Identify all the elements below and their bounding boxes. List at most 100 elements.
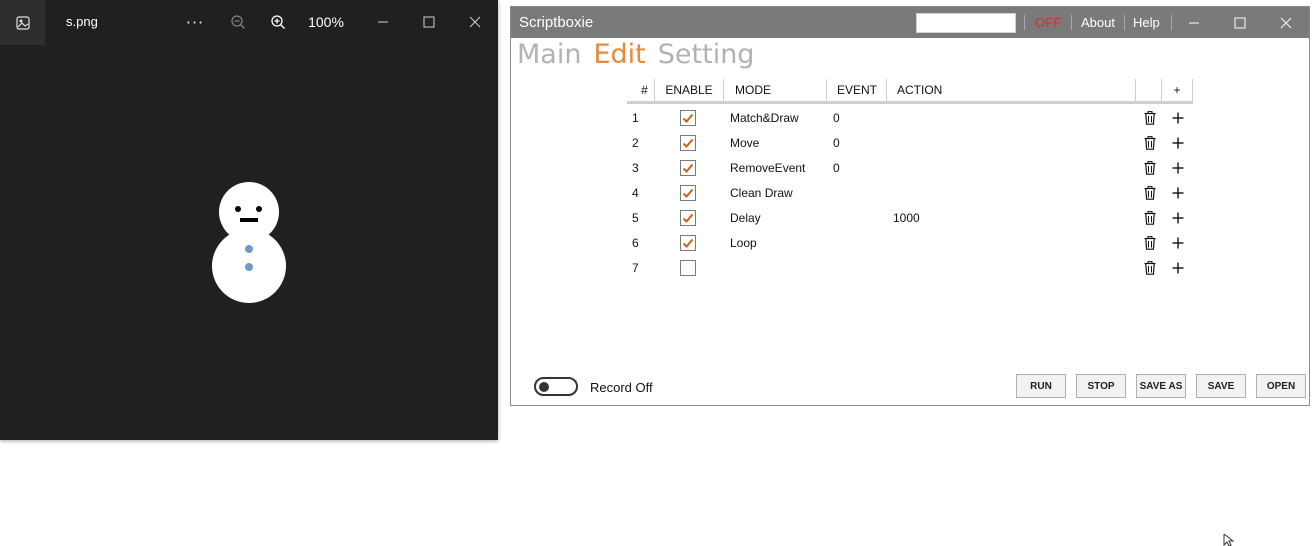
add-row-icon[interactable] (1168, 155, 1188, 180)
mode-cell[interactable]: Clean Draw (730, 180, 825, 205)
event-cell[interactable]: 0 (833, 130, 883, 155)
event-cell[interactable] (833, 180, 883, 205)
enable-checkbox[interactable] (680, 134, 696, 151)
zoom-in-icon[interactable] (264, 8, 292, 36)
event-cell[interactable]: 0 (833, 155, 883, 180)
minimize-icon[interactable] (1179, 11, 1209, 35)
search-input[interactable] (916, 13, 1016, 33)
enable-checkbox[interactable] (680, 209, 696, 226)
event-cell[interactable] (833, 205, 883, 230)
mode-cell[interactable]: RemoveEvent (730, 155, 825, 180)
add-row-icon[interactable] (1168, 205, 1188, 230)
event-cell[interactable]: 0 (833, 105, 883, 130)
zoom-level[interactable]: 100% (302, 8, 350, 36)
scriptboxie-window: Scriptboxie OFF About Help Main Edit Set… (510, 6, 1310, 406)
help-link[interactable]: Help (1133, 15, 1160, 30)
header-mode[interactable]: MODE (724, 79, 827, 101)
mode-cell[interactable]: Match&Draw (730, 105, 825, 130)
run-button[interactable]: RUN (1016, 374, 1066, 398)
add-row-icon[interactable] (1168, 180, 1188, 205)
trash-icon[interactable] (1140, 180, 1160, 205)
action-cell[interactable] (893, 130, 1133, 155)
minimize-icon[interactable] (370, 8, 396, 36)
app-title: Scriptboxie (519, 14, 594, 31)
row-number: 4 (632, 185, 639, 200)
action-cell[interactable]: 1000 (893, 205, 1133, 230)
trash-icon[interactable] (1140, 105, 1160, 130)
record-toggle[interactable] (534, 377, 578, 396)
tab-main[interactable]: Main (517, 39, 581, 75)
row-number: 6 (632, 235, 639, 250)
maximize-icon[interactable] (416, 8, 442, 36)
table-row[interactable]: 2 Move 0 (627, 130, 1193, 155)
enable-cell (680, 105, 700, 130)
table-row[interactable]: 4 Clean Draw (627, 180, 1193, 205)
add-row-icon[interactable] (1168, 105, 1188, 130)
table-row[interactable]: 7 (627, 255, 1193, 280)
open-button[interactable]: OPEN (1256, 374, 1306, 398)
add-row-icon[interactable] (1168, 130, 1188, 155)
tab-edit[interactable]: Edit (593, 39, 645, 75)
header-num[interactable]: # (627, 79, 655, 101)
mode-cell[interactable]: Loop (730, 230, 825, 255)
snowman-image (212, 182, 286, 303)
save-as-button[interactable]: SAVE AS (1136, 374, 1186, 398)
enable-checkbox[interactable] (680, 159, 696, 176)
trash-icon[interactable] (1140, 255, 1160, 280)
trash-icon[interactable] (1140, 205, 1160, 230)
more-options-button[interactable]: ··· (180, 8, 210, 36)
scriptboxie-titlebar: Scriptboxie OFF About Help (511, 7, 1309, 38)
table-row[interactable]: 1 Match&Draw 0 (627, 105, 1193, 130)
table-header: # ENABLE MODE EVENT ACTION + (627, 79, 1193, 104)
enable-checkbox[interactable] (680, 184, 696, 201)
trash-icon[interactable] (1140, 155, 1160, 180)
event-cell[interactable] (833, 255, 883, 280)
status-toggle[interactable]: OFF (1035, 15, 1061, 30)
save-button[interactable]: SAVE (1196, 374, 1246, 398)
mode-cell[interactable]: Delay (730, 205, 825, 230)
photos-app-icon[interactable] (0, 0, 45, 45)
maximize-icon[interactable] (1225, 11, 1255, 35)
enable-checkbox[interactable] (680, 259, 696, 276)
enable-cell (680, 255, 700, 280)
trash-icon[interactable] (1140, 230, 1160, 255)
divider (1071, 15, 1072, 30)
header-action[interactable]: ACTION (887, 79, 1136, 101)
toggle-knob (539, 382, 549, 392)
checkmark-icon (682, 163, 694, 173)
enable-checkbox[interactable] (680, 109, 696, 126)
close-icon[interactable] (462, 8, 488, 36)
about-link[interactable]: About (1081, 15, 1115, 30)
tab-bar: Main Edit Setting (517, 39, 754, 75)
header-delete (1136, 79, 1162, 101)
action-cell[interactable] (893, 155, 1133, 180)
add-row-icon[interactable] (1168, 230, 1188, 255)
table-row[interactable]: 5 Delay 1000 (627, 205, 1193, 230)
divider (1171, 15, 1172, 30)
trash-icon[interactable] (1140, 130, 1160, 155)
zoom-out-icon[interactable] (224, 8, 252, 36)
enable-cell (680, 155, 700, 180)
table-row[interactable]: 3 RemoveEvent 0 (627, 155, 1193, 180)
stop-button[interactable]: STOP (1076, 374, 1126, 398)
action-cell[interactable] (893, 105, 1133, 130)
close-icon[interactable] (1271, 11, 1301, 35)
add-row-icon[interactable] (1168, 255, 1188, 280)
header-add-button[interactable]: + (1162, 79, 1193, 101)
action-cell[interactable] (893, 230, 1133, 255)
record-label: Record Off (590, 380, 653, 395)
event-cell[interactable] (833, 230, 883, 255)
file-name: s.png (66, 14, 98, 29)
action-cell[interactable] (893, 255, 1133, 280)
divider (1124, 15, 1125, 30)
header-event[interactable]: EVENT (827, 79, 887, 101)
row-number: 5 (632, 210, 639, 225)
mode-cell[interactable] (730, 255, 825, 280)
tab-setting[interactable]: Setting (658, 39, 755, 75)
table-row[interactable]: 6 Loop (627, 230, 1193, 255)
action-cell[interactable] (893, 180, 1133, 205)
mode-cell[interactable]: Move (730, 130, 825, 155)
enable-cell (680, 180, 700, 205)
enable-checkbox[interactable] (680, 234, 696, 251)
header-enable[interactable]: ENABLE (655, 79, 724, 101)
